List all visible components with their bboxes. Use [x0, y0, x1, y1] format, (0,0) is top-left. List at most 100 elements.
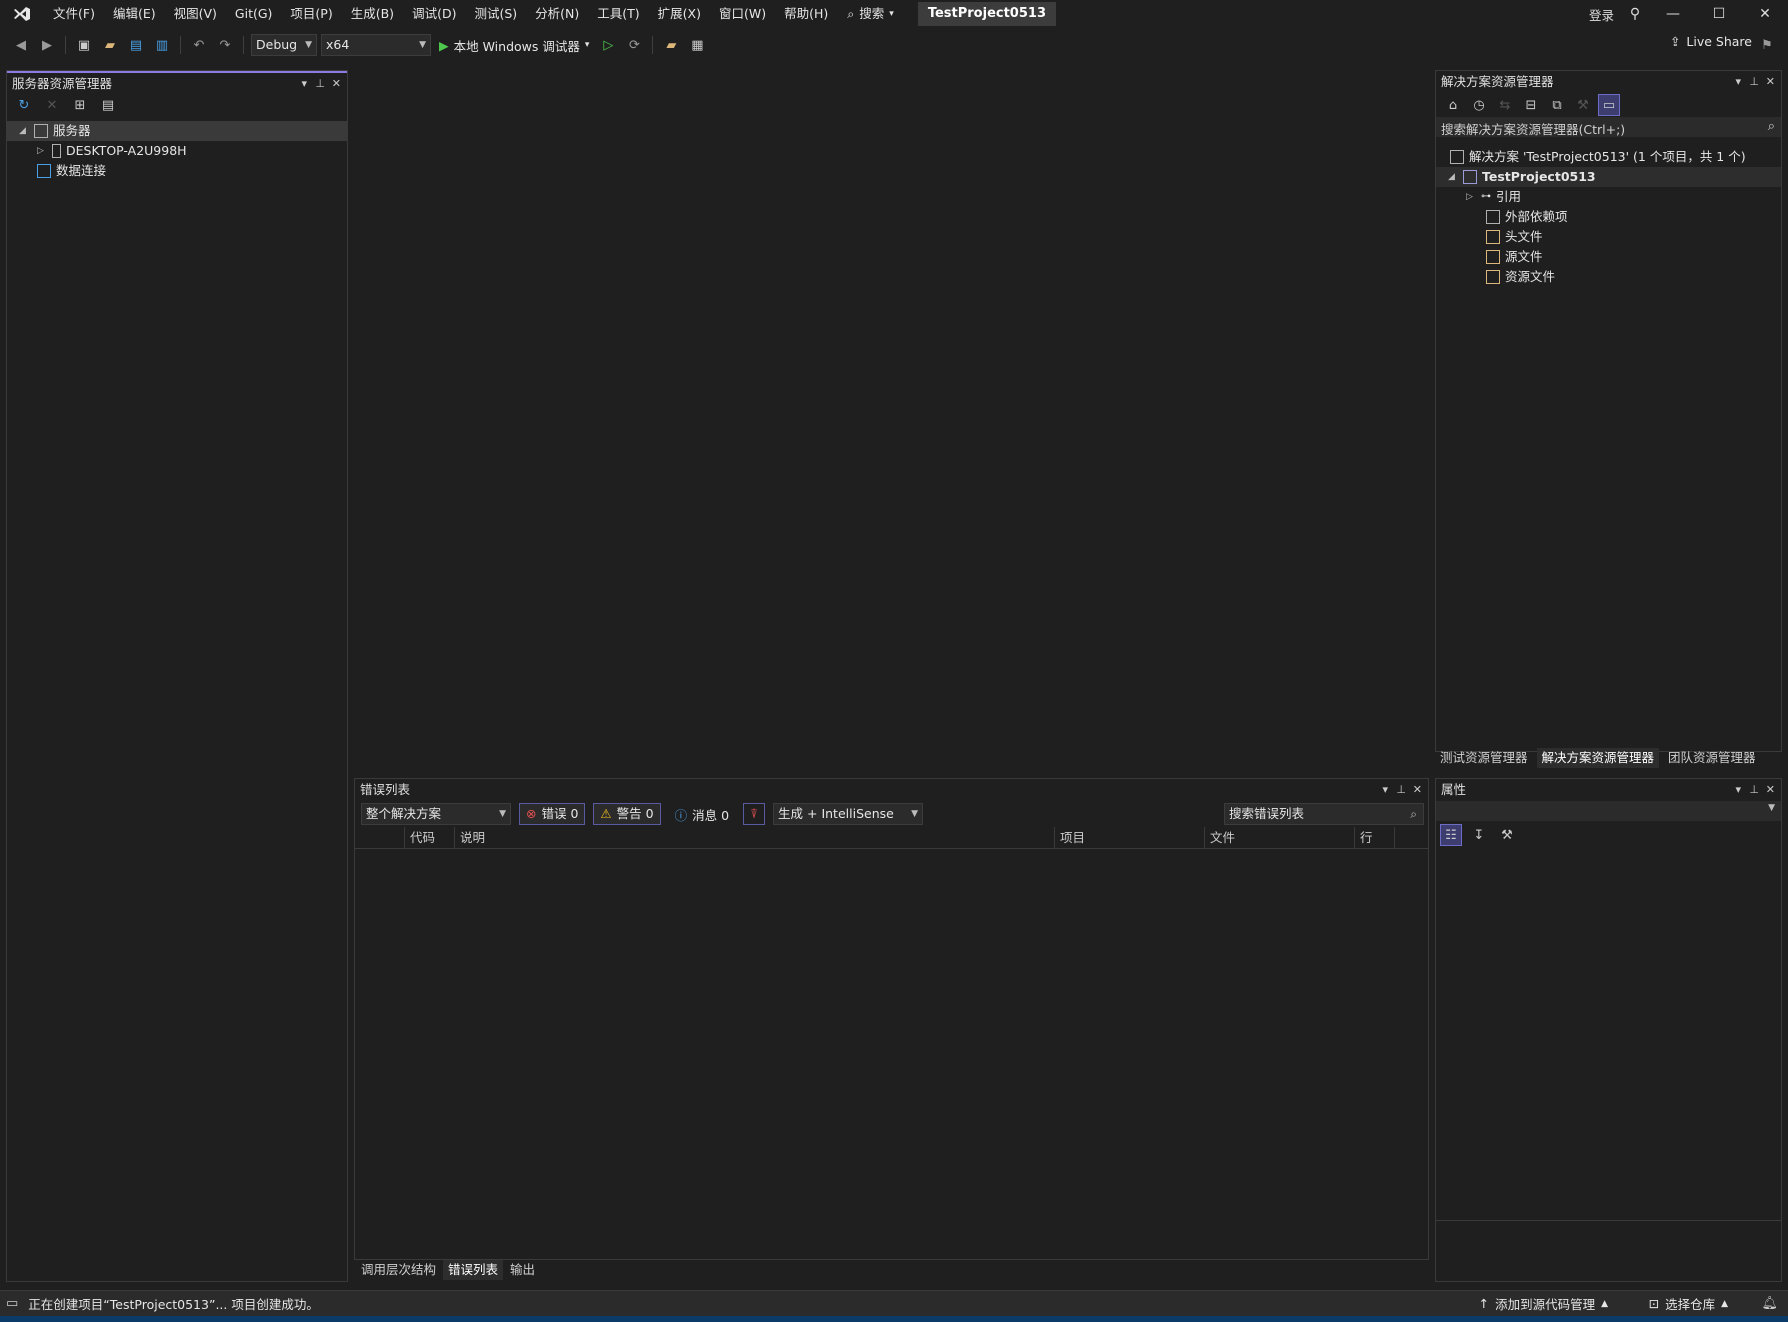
col-line[interactable]: 行: [1355, 827, 1395, 849]
menu-analyze[interactable]: 分析(N): [526, 0, 588, 28]
menu-view[interactable]: 视图(V): [165, 0, 226, 28]
save-all-icon[interactable]: ▥: [151, 34, 173, 56]
minimize-button[interactable]: —: [1650, 0, 1696, 28]
solution-config-select[interactable]: Debug ▼: [251, 34, 317, 56]
error-search-box[interactable]: 搜索错误列表 ⌕: [1224, 803, 1424, 825]
col-sort-icon[interactable]: [355, 827, 405, 849]
close-window-button[interactable]: ✕: [1742, 0, 1788, 28]
back-icon[interactable]: ◀: [10, 34, 32, 56]
tree-node-header-files[interactable]: 头文件: [1486, 227, 1543, 247]
forward-icon[interactable]: ▶: [36, 34, 58, 56]
notifications-bell-icon[interactable]: 🔔︎: [1761, 1296, 1778, 1311]
preview-icon[interactable]: ▭: [1598, 94, 1620, 116]
close-icon[interactable]: ✕: [1766, 71, 1775, 93]
solution-search-box[interactable]: 搜索解决方案资源管理器(Ctrl+;) ⌕: [1436, 117, 1781, 137]
feedback-icon[interactable]: ⚑: [1756, 34, 1778, 56]
close-icon[interactable]: ✕: [332, 73, 341, 95]
start-debugging-button[interactable]: ▶ 本地 Windows 调试器 ▾: [435, 36, 593, 55]
tree-node-data-connections[interactable]: 数据连接: [37, 161, 106, 181]
pin-icon[interactable]: ⊥: [315, 73, 325, 95]
menu-extensions[interactable]: 扩展(X): [649, 0, 710, 28]
add-to-source-control-button[interactable]: ↑ 添加到源代码管理 ▲: [1479, 1294, 1608, 1313]
tree-node-external-deps[interactable]: 外部依赖项: [1486, 207, 1568, 227]
history-icon[interactable]: ◷: [1468, 94, 1490, 116]
menu-edit[interactable]: 编辑(E): [104, 0, 165, 28]
tree-node-source-files[interactable]: 源文件: [1486, 247, 1543, 267]
panel-menu-icon[interactable]: ▾: [301, 73, 307, 95]
stop-icon[interactable]: ✕: [41, 94, 63, 116]
menu-window[interactable]: 窗口(W): [710, 0, 775, 28]
tree-node-references[interactable]: ▷ ⊶ 引用: [1466, 187, 1521, 207]
warnings-filter-button[interactable]: ⚠ 警告 0: [593, 803, 661, 825]
col-description[interactable]: 说明: [455, 827, 1055, 849]
open-folder-icon[interactable]: ▰: [99, 34, 121, 56]
alphabetical-icon[interactable]: ↧: [1468, 824, 1490, 846]
pin-icon[interactable]: ⊥: [1749, 71, 1759, 93]
pin-icon[interactable]: ⊥: [1396, 779, 1406, 801]
errors-filter-button[interactable]: ⊗ 错误 0: [519, 803, 586, 825]
menu-git[interactable]: Git(G): [226, 0, 282, 28]
col-code[interactable]: 代码: [405, 827, 455, 849]
share-icon: ⇪: [1669, 34, 1681, 49]
connect-to-database-icon[interactable]: ⊞: [69, 94, 91, 116]
refresh-icon[interactable]: ↻: [13, 94, 35, 116]
menu-file[interactable]: 文件(F): [44, 0, 104, 28]
account-icon[interactable]: ⚲: [1620, 0, 1650, 28]
categorized-icon[interactable]: ☷: [1440, 824, 1462, 846]
tree-node-solution[interactable]: 解决方案 'TestProject0513' (1 个项目，共 1 个): [1450, 147, 1746, 167]
error-scope-select[interactable]: 整个解决方案 ▼: [361, 803, 511, 825]
save-icon[interactable]: ▤: [125, 34, 147, 56]
panel-menu-icon[interactable]: ▾: [1382, 779, 1388, 801]
collapse-all-icon[interactable]: ⊟: [1520, 94, 1542, 116]
new-project-icon[interactable]: ▣: [73, 34, 95, 56]
tab-error-list[interactable]: 错误列表: [443, 1260, 504, 1280]
server-explorer-toolbar: ↻ ✕ ⊞ ▤: [7, 93, 347, 117]
close-icon[interactable]: ✕: [1413, 779, 1422, 801]
live-share-button[interactable]: ⇪ Live Share: [1670, 34, 1752, 49]
col-file[interactable]: 文件: [1205, 827, 1355, 849]
tab-test-explorer[interactable]: 测试资源管理器: [1435, 748, 1533, 768]
tab-solution-explorer[interactable]: 解决方案资源管理器: [1536, 748, 1660, 768]
search-menu[interactable]: ⌕ 搜索 ▾: [837, 0, 904, 28]
filter-icon[interactable]: ⍒: [743, 803, 766, 825]
property-pages-icon[interactable]: ⚒: [1496, 824, 1518, 846]
messages-filter-button[interactable]: ⓘ 消息 0: [669, 805, 735, 824]
menu-help[interactable]: 帮助(H): [775, 0, 837, 28]
tree-node-servers[interactable]: ◢ 服务器: [7, 121, 347, 141]
tree-node-label: 数据连接: [56, 163, 107, 178]
col-project[interactable]: 项目: [1055, 827, 1205, 849]
undo-icon[interactable]: ↶: [188, 34, 210, 56]
layout-icon[interactable]: ▦: [686, 34, 708, 56]
notification-icon[interactable]: ▭: [6, 1296, 18, 1311]
sync-icon[interactable]: ⇆: [1494, 94, 1516, 116]
menu-project[interactable]: 项目(P): [281, 0, 341, 28]
login-link[interactable]: 登录: [1589, 5, 1614, 24]
home-icon[interactable]: ⌂: [1442, 94, 1464, 116]
properties-object-select[interactable]: ▼: [1436, 801, 1781, 821]
tab-call-hierarchy[interactable]: 调用层次结构: [356, 1260, 441, 1280]
connect-to-server-icon[interactable]: ▤: [97, 94, 119, 116]
properties-wrench-icon[interactable]: ⚒: [1572, 94, 1594, 116]
menu-build[interactable]: 生成(B): [342, 0, 403, 28]
hot-reload-icon[interactable]: ⟳: [623, 34, 645, 56]
pin-icon[interactable]: ⊥: [1749, 779, 1759, 801]
menu-test[interactable]: 测试(S): [465, 0, 526, 28]
menu-tools[interactable]: 工具(T): [588, 0, 648, 28]
tree-node-resource-files[interactable]: 资源文件: [1486, 267, 1555, 287]
select-repository-button[interactable]: ⊡ 选择仓库 ▲: [1649, 1294, 1728, 1313]
start-without-debugging-icon[interactable]: ▷: [597, 34, 619, 56]
redo-icon[interactable]: ↷: [214, 34, 236, 56]
tree-node-project[interactable]: ◢ TestProject0513: [1436, 167, 1781, 187]
show-all-files-icon[interactable]: ⧉: [1546, 94, 1568, 116]
tree-node-desktop[interactable]: ▷ DESKTOP-A2U998H: [37, 141, 187, 161]
tab-output[interactable]: 输出: [505, 1260, 540, 1280]
browse-folder-icon[interactable]: ▰: [660, 34, 682, 56]
panel-menu-icon[interactable]: ▾: [1735, 779, 1741, 801]
maximize-button[interactable]: ☐: [1696, 0, 1742, 28]
solution-platform-select[interactable]: x64 ▼: [321, 34, 431, 56]
build-filter-select[interactable]: 生成 + IntelliSense ▼: [773, 803, 924, 825]
close-icon[interactable]: ✕: [1766, 779, 1775, 801]
tab-team-explorer[interactable]: 团队资源管理器: [1663, 748, 1761, 768]
menu-debug[interactable]: 调试(D): [403, 0, 465, 28]
panel-menu-icon[interactable]: ▾: [1735, 71, 1741, 93]
